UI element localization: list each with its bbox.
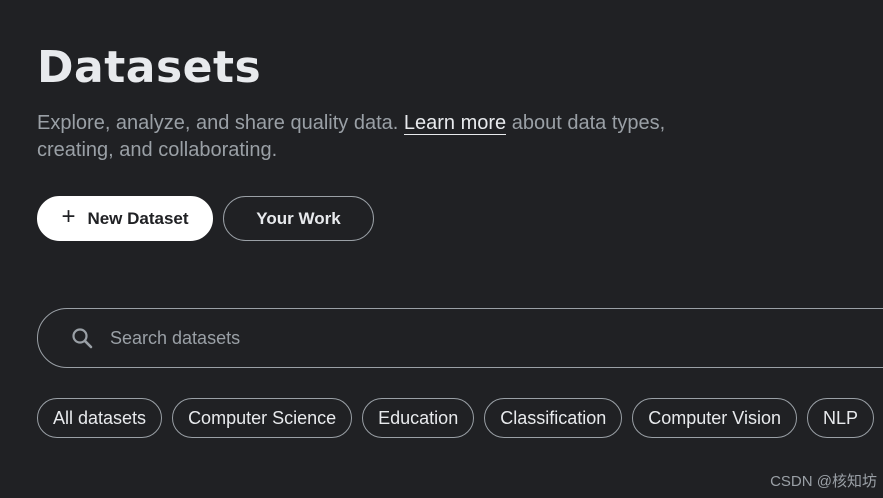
chip-computer-science[interactable]: Computer Science [172, 398, 353, 438]
datasets-page: Datasets Explore, analyze, and share qua… [0, 0, 883, 498]
page-description: Explore, analyze, and share quality data… [37, 110, 677, 164]
learn-more-link[interactable]: Learn more [403, 112, 507, 135]
page-title: Datasets [37, 42, 262, 93]
plus-icon: + [61, 203, 76, 230]
filter-chips: All datasets Computer Science Education … [37, 398, 883, 438]
chip-classification[interactable]: Classification [484, 398, 623, 438]
chip-education[interactable]: Education [362, 398, 475, 438]
new-dataset-label: New Dataset [87, 208, 189, 228]
new-dataset-button[interactable]: + New Dataset [37, 196, 213, 241]
search-bar[interactable] [37, 308, 883, 368]
description-text: Explore, analyze, and share quality data… [37, 112, 404, 134]
watermark: CSDN @核知坊 [770, 473, 877, 490]
your-work-button[interactable]: Your Work [223, 196, 374, 241]
chip-all-datasets[interactable]: All datasets [37, 398, 163, 438]
chip-nlp[interactable]: NLP [806, 398, 874, 438]
chip-computer-vision[interactable]: Computer Vision [632, 398, 797, 438]
your-work-label: Your Work [256, 208, 341, 228]
search-icon [70, 326, 94, 350]
search-input[interactable] [108, 326, 812, 350]
